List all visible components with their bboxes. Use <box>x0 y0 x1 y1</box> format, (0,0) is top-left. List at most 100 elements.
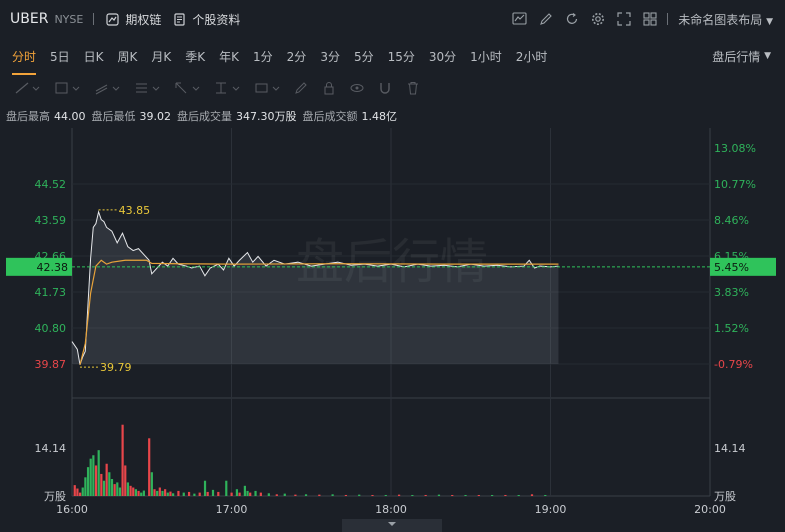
tab-period-7[interactable]: 1分 <box>246 48 280 65</box>
magnet-icon[interactable] <box>378 81 392 95</box>
volume-bar-48 <box>235 489 239 496</box>
volume-bar-0 <box>73 485 76 496</box>
volume-bar-51 <box>246 490 249 496</box>
pct-axis-label-2: 8.46% <box>714 214 749 227</box>
tab-period-2[interactable]: 日K <box>77 48 111 65</box>
volume-bar-45 <box>217 491 220 496</box>
volume-bar-60 <box>318 494 321 496</box>
volume-bar-13 <box>108 472 111 496</box>
volume-bar-74 <box>504 494 507 496</box>
volume-bar-64 <box>371 494 374 496</box>
volume-bar-9 <box>97 450 100 496</box>
volume-bar-23 <box>134 489 137 496</box>
volume-bar-38 <box>182 492 185 496</box>
refresh-icon[interactable] <box>565 12 579 26</box>
tab-period-4[interactable]: 月K <box>144 48 178 65</box>
trash-icon[interactable] <box>406 81 420 95</box>
volume-axis-label: 14.14 <box>35 442 67 455</box>
top-toolbar: UBER NYSE 期权链 个股资料 未命名图表布局 ▼ <box>0 0 785 38</box>
line-tool-icon[interactable] <box>14 81 40 95</box>
volume-bar-29 <box>153 489 156 496</box>
volume-bar-35 <box>169 491 172 496</box>
volume-bar-43 <box>206 491 209 496</box>
grid-layout-icon[interactable] <box>643 12 657 26</box>
volume-bar-57 <box>283 493 286 496</box>
text-tool-icon[interactable] <box>254 81 280 95</box>
tab-period-10[interactable]: 5分 <box>347 48 381 65</box>
volume-bar-22 <box>132 487 135 496</box>
company-profile-button[interactable]: 个股资料 <box>173 11 240 28</box>
volume-bar-62 <box>344 494 348 496</box>
volume-bar-8 <box>94 465 98 496</box>
price-axis-label-4: 40.80 <box>35 322 67 335</box>
volume-bar-32 <box>161 490 164 496</box>
layout-selector[interactable]: 未命名图表布局 ▼ <box>678 11 773 28</box>
amount-label: 盘后成交额 <box>302 110 358 123</box>
tab-period-6[interactable]: 年K <box>212 48 246 65</box>
current-price-value: 42.38 <box>37 261 69 274</box>
rect-tool-icon[interactable] <box>54 81 80 95</box>
time-axis-label-1: 17:00 <box>216 503 248 516</box>
tab-period-1[interactable]: 5日 <box>43 48 77 65</box>
tab-period-8[interactable]: 2分 <box>280 48 314 65</box>
pct-axis-label-0: 13.08% <box>714 142 756 155</box>
tab-period-5[interactable]: 季K <box>178 48 212 65</box>
volume-bar-10 <box>100 473 103 496</box>
pct-axis-label-4: 3.83% <box>714 286 749 299</box>
volume-bar-3 <box>81 487 84 496</box>
volume-bar-63 <box>358 494 361 496</box>
stock-symbol: UBER <box>10 11 49 27</box>
intraday-chart[interactable]: 44.5243.5942.6641.7340.8039.8713.08%10.7… <box>0 128 785 532</box>
fib-tool-icon[interactable] <box>134 81 160 95</box>
chevron-down-icon: ▼ <box>764 51 771 61</box>
after-hours-menu[interactable]: 盘后行情 ▼ <box>712 38 771 74</box>
time-axis-label-0: 16:00 <box>56 503 88 516</box>
gear-icon[interactable] <box>591 12 605 26</box>
volume-bar-21 <box>129 485 132 496</box>
tab-period-13[interactable]: 1小时 <box>463 48 509 65</box>
drawing-toolbar <box>0 74 785 102</box>
tab-period-11[interactable]: 15分 <box>381 48 422 65</box>
volume-bar-68 <box>424 494 427 496</box>
time-axis-label-4: 20:00 <box>694 503 726 516</box>
volume-bar-50 <box>243 485 246 496</box>
exchange-label: NYSE <box>54 12 84 26</box>
volume-bar-25 <box>140 492 143 496</box>
options-chain-button[interactable]: 期权链 <box>106 11 161 28</box>
volume-bar-40 <box>193 493 196 496</box>
tab-period-0[interactable]: 分时 <box>5 48 43 75</box>
measure-tool-icon[interactable] <box>214 81 240 95</box>
divider <box>93 13 95 25</box>
fullscreen-icon[interactable] <box>617 12 631 26</box>
price-axis-label-0: 44.52 <box>35 178 67 191</box>
period-tabs: 分时 5日 日K 周K 月K 季K 年K 1分 2分 3分 5分 15分 30分 1小时 2小时 盘后行情 ▼ <box>0 38 785 75</box>
volume-bar-52 <box>249 492 252 496</box>
high-marker-label: 43.85 <box>119 204 151 217</box>
volume-bar-31 <box>158 487 161 496</box>
current-pct-value: 5.45% <box>714 261 749 274</box>
draw-pen-icon[interactable] <box>539 12 553 26</box>
volume-bar-58 <box>294 494 297 496</box>
arrow-tool-icon[interactable] <box>174 81 200 95</box>
amount-value: 1.48亿 <box>361 110 398 123</box>
volume-bar-24 <box>137 490 140 496</box>
pencil-icon[interactable] <box>294 81 308 95</box>
tab-period-14[interactable]: 2小时 <box>509 48 555 65</box>
low-label: 盘后最低 <box>91 110 136 123</box>
eye-icon[interactable] <box>350 81 364 95</box>
lock-icon[interactable] <box>322 81 336 95</box>
volume-bar-34 <box>166 492 169 496</box>
volume-bar-6 <box>89 458 92 496</box>
channel-tool-icon[interactable] <box>94 81 120 95</box>
volume-bar-20 <box>126 482 130 496</box>
volume-bar-66 <box>397 494 401 496</box>
divider <box>667 13 669 25</box>
volume-bar-37 <box>177 490 180 496</box>
tab-period-3[interactable]: 周K <box>111 48 145 65</box>
tab-period-9[interactable]: 3分 <box>313 48 347 65</box>
volume-bar-72 <box>477 494 480 496</box>
tab-period-12[interactable]: 30分 <box>422 48 463 65</box>
indicator-icon[interactable] <box>512 12 527 26</box>
volume-unit-left: 万股 <box>44 490 66 503</box>
after-hours-stats: 盘后最高 44.00 盘后最低 39.02 盘后成交量 347.30万股 盘后成交额 1… <box>0 104 785 128</box>
